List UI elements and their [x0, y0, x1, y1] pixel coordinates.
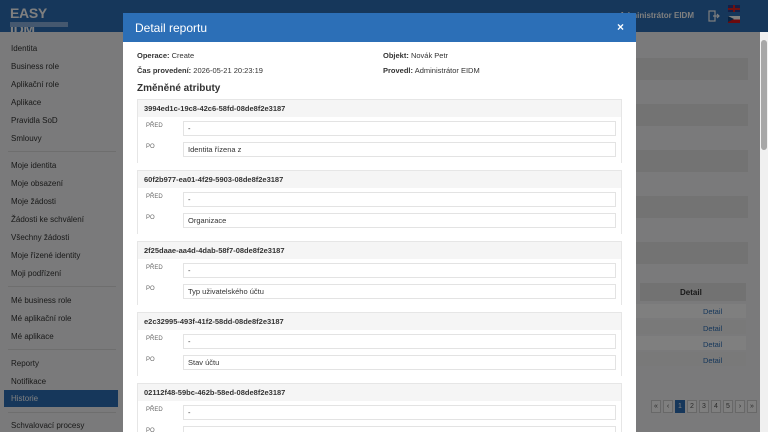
operation-field: Operace: Create	[137, 51, 194, 60]
changed-attributes-title: Změněné atributy	[137, 83, 221, 94]
after-value: Identita řízena z	[183, 142, 616, 157]
attribute-card: e2c32995-493f-41f2-58dd-08de8f2e3187 PŘE…	[137, 312, 622, 376]
report-detail-modal: Detail reportu × Operace: Create Čas pro…	[123, 13, 636, 432]
attribute-card: 2f25daae-aa4d-4dab-58f7-08de8f2e3187 PŘE…	[137, 241, 622, 305]
attribute-body: PŘED - PO Identita řízena z	[138, 117, 621, 163]
performed-by-value: Administrátor EIDM	[414, 66, 480, 75]
object-field: Objekt: Novák Petr	[383, 51, 448, 60]
attribute-card: 3994ed1c-19c8-42c6-58fd-08de8f2e3187 PŘE…	[137, 99, 622, 163]
after-label: PO	[146, 286, 155, 292]
before-label: PŘED	[146, 336, 163, 342]
after-value: Typ uživatelského účtu	[183, 284, 616, 299]
after-label: PO	[146, 428, 155, 432]
time-value: 2026-05-21 20:23:19	[193, 66, 263, 75]
attribute-id: e2c32995-493f-41f2-58dd-08de8f2e3187	[144, 317, 284, 326]
attribute-body: PŘED - PO Stav účtu	[138, 330, 621, 376]
operation-label: Operace:	[137, 51, 170, 60]
time-field: Čas provedení: 2026-05-21 20:23:19	[137, 66, 263, 75]
after-value	[183, 426, 616, 432]
before-value: -	[183, 263, 616, 278]
after-label: PO	[146, 357, 155, 363]
attribute-card: 60f2b977-ea01-4f29-5903-08de8f2e3187 PŘE…	[137, 170, 622, 234]
attribute-body: PŘED - PO Organizace	[138, 188, 621, 234]
before-label: PŘED	[146, 265, 163, 271]
object-value: Novák Petr	[410, 51, 449, 60]
time-label: Čas provedení:	[137, 66, 192, 75]
attribute-id: 60f2b977-ea01-4f29-5903-08de8f2e3187	[144, 175, 284, 184]
after-label: PO	[146, 215, 155, 221]
modal-header: Detail reportu ×	[123, 13, 636, 42]
after-value: Stav účtu	[183, 355, 616, 370]
after-value: Organizace	[183, 213, 616, 228]
modal-title: Detail reportu	[135, 21, 208, 35]
attribute-id: 3994ed1c-19c8-42c6-58fd-08de8f2e3187	[144, 104, 286, 113]
before-label: PŘED	[146, 194, 163, 200]
attribute-body: PŘED - PO	[138, 401, 621, 432]
before-value: -	[183, 405, 616, 420]
object-label: Objekt:	[383, 51, 409, 60]
before-label: PŘED	[146, 123, 163, 129]
operation-value: Create	[171, 51, 195, 60]
attribute-card: 02112f48-59bc-462b-58ed-08de8f2e3187 PŘE…	[137, 383, 622, 432]
after-label: PO	[146, 144, 155, 150]
close-icon[interactable]: ×	[617, 20, 624, 34]
attribute-id: 2f25daae-aa4d-4dab-58f7-08de8f2e3187	[144, 246, 285, 255]
before-value: -	[183, 192, 616, 207]
attribute-id: 02112f48-59bc-462b-58ed-08de8f2e3187	[144, 388, 286, 397]
before-value: -	[183, 121, 616, 136]
before-value: -	[183, 334, 616, 349]
attribute-body: PŘED - PO Typ uživatelského účtu	[138, 259, 621, 305]
page-scrollbar-thumb[interactable]	[761, 40, 767, 150]
before-label: PŘED	[146, 407, 163, 413]
performed-by-label: Provedl:	[383, 66, 414, 75]
performed-by-field: Provedl: Administrátor EIDM	[383, 66, 480, 75]
